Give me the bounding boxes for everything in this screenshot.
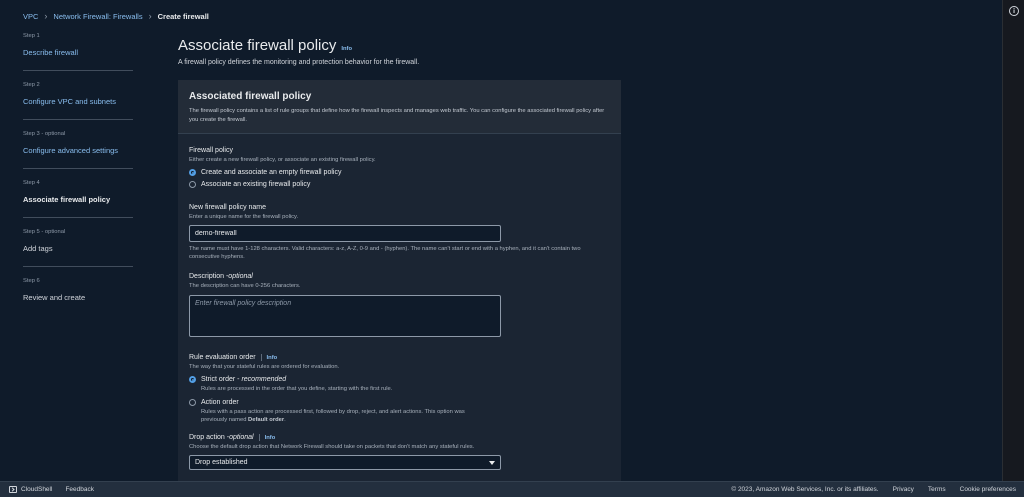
step-4: Step 4 Associate firewall policy xyxy=(23,180,133,218)
footer-left: CloudShell Feedback xyxy=(9,486,107,493)
radio-selected-icon[interactable] xyxy=(189,169,196,176)
footer-right: © 2023, Amazon Web Services, Inc. or its… xyxy=(717,486,1016,493)
step-label: Step 1 xyxy=(23,33,40,39)
radio-description-text: Rules with a pass action are processed f… xyxy=(201,409,465,423)
panel-description: The firewall policy contains a list of r… xyxy=(189,108,605,123)
radio-label-text: Strict order - xyxy=(201,376,242,383)
step-link-advanced-settings[interactable]: Configure advanced settings xyxy=(23,146,118,155)
cookie-preferences-link[interactable]: Cookie preferences xyxy=(960,486,1016,493)
field-label: Description - optional xyxy=(189,273,610,280)
chevron-right-icon: › xyxy=(44,11,48,21)
step-add-tags: Add tags xyxy=(23,244,53,253)
breadcrumb-current: Create firewall xyxy=(157,11,209,21)
select-value: Drop established xyxy=(195,459,248,466)
field-label-optional: optional xyxy=(228,273,253,280)
radio-description-end: . xyxy=(284,417,286,423)
radio-row[interactable]: Strict order - recommended xyxy=(189,376,610,383)
field-label: Drop action - optional Info xyxy=(189,434,610,441)
radio-strict-order[interactable]: Strict order - recommended Rules are pro… xyxy=(189,376,610,393)
drop-action-field: Drop action - optional Info Choose the d… xyxy=(189,434,610,470)
field-label: Firewall policy xyxy=(189,147,233,154)
step-label: Step 2 xyxy=(23,82,40,88)
step-link-describe-firewall[interactable]: Describe firewall xyxy=(23,48,78,57)
step-current-associate-policy: Associate firewall policy xyxy=(23,195,111,204)
radio-unselected-icon[interactable] xyxy=(189,181,196,188)
radio-create-empty-policy[interactable]: Create and associate an empty firewall p… xyxy=(189,169,610,176)
right-rail: i xyxy=(1002,0,1024,481)
field-description: Either create a new firewall policy, or … xyxy=(189,157,376,163)
divider xyxy=(258,434,260,441)
privacy-link[interactable]: Privacy xyxy=(893,486,914,493)
field-description: Choose the default drop action that Netw… xyxy=(189,444,475,450)
copyright-text: © 2023, Amazon Web Services, Inc. or its… xyxy=(731,486,879,493)
radio-action-order[interactable]: Action order Rules with a pass action ar… xyxy=(189,399,610,424)
terms-link[interactable]: Terms xyxy=(928,486,946,493)
radio-unselected-icon[interactable] xyxy=(189,399,196,406)
cloudshell-button[interactable]: CloudShell xyxy=(21,486,52,493)
wizard-steps: Step 1 Describe firewall Step 2 Configur… xyxy=(23,33,133,326)
field-description: The way that your stateful rules are ord… xyxy=(189,364,340,370)
feedback-button[interactable]: Feedback xyxy=(65,486,94,493)
step-6: Step 6 Review and create xyxy=(23,278,133,315)
step-2: Step 2 Configure VPC and subnets xyxy=(23,82,133,120)
breadcrumb: VPC › Network Firewall: Firewalls › Crea… xyxy=(23,11,209,21)
radio-label: Strict order - recommended xyxy=(201,376,286,383)
radio-row[interactable]: Action order xyxy=(189,399,610,406)
panel-title: Associated firewall policy xyxy=(189,91,312,102)
terminal-icon[interactable] xyxy=(9,486,17,493)
field-constraint: The name must have 1-128 characters. Val… xyxy=(189,246,581,260)
page-header: Associate firewall policy Info xyxy=(178,37,352,54)
firewall-policy-field: Firewall policy Either create a new fire… xyxy=(189,147,610,188)
rule-evaluation-order-field: Rule evaluation order Info The way that … xyxy=(189,354,610,424)
step-label: Step 3 - optional xyxy=(23,131,66,137)
radio-description: Rules with a pass action are processed f… xyxy=(201,408,491,424)
divider xyxy=(260,354,262,361)
step-label: Step 6 xyxy=(23,278,40,284)
field-description: Enter a unique name for the firewall pol… xyxy=(189,214,299,220)
step-1: Step 1 Describe firewall xyxy=(23,33,133,71)
step-5: Step 5 - optional Add tags xyxy=(23,229,133,267)
radio-description: Rules are processed in the order that yo… xyxy=(201,386,393,392)
panel-body: Firewall policy Either create a new fire… xyxy=(178,134,621,470)
radio-label-em: recommended xyxy=(241,376,287,383)
caret-down-icon xyxy=(489,460,495,465)
info-link[interactable]: Info xyxy=(265,435,276,441)
console-footer: CloudShell Feedback © 2023, Amazon Web S… xyxy=(0,481,1024,497)
policy-description-input[interactable] xyxy=(189,295,501,337)
radio-label: Associate an existing firewall policy xyxy=(201,181,311,188)
panel-header: Associated firewall policy The firewall … xyxy=(178,80,621,134)
page-description: A firewall policy defines the monitoring… xyxy=(178,59,420,66)
radio-selected-icon[interactable] xyxy=(189,376,196,383)
step-label: Step 5 - optional xyxy=(23,229,66,235)
field-label-text: Description - xyxy=(189,273,229,280)
policy-name-field: New firewall policy name Enter a unique … xyxy=(189,204,610,261)
field-label-optional: optional xyxy=(229,434,254,441)
field-label-text: Rule evaluation order xyxy=(189,354,256,361)
info-link[interactable]: Info xyxy=(341,46,352,52)
step-link-configure-vpc[interactable]: Configure VPC and subnets xyxy=(23,97,116,106)
step-3: Step 3 - optional Configure advanced set… xyxy=(23,131,133,169)
breadcrumb-vpc[interactable]: VPC xyxy=(23,12,38,21)
step-review-and-create: Review and create xyxy=(23,293,86,302)
drop-action-select[interactable]: Drop established xyxy=(189,455,501,470)
chevron-right-icon: › xyxy=(148,11,152,21)
field-label-text: Drop action - xyxy=(189,434,230,441)
radio-associate-existing-policy[interactable]: Associate an existing firewall policy xyxy=(189,181,610,188)
associated-firewall-policy-panel: Associated firewall policy The firewall … xyxy=(178,80,621,481)
radio-label: Action order xyxy=(201,399,239,406)
policy-name-input[interactable] xyxy=(189,225,501,242)
step-label: Step 4 xyxy=(23,180,40,186)
page-title: Associate firewall policy xyxy=(178,37,337,54)
field-description: The description can have 0-256 character… xyxy=(189,283,301,289)
info-link[interactable]: Info xyxy=(267,355,278,361)
info-panel-icon[interactable]: i xyxy=(1009,6,1019,16)
policy-description-field: Description - optional The description c… xyxy=(189,273,610,342)
radio-description-bold: Default order xyxy=(248,417,285,423)
breadcrumb-firewalls[interactable]: Network Firewall: Firewalls xyxy=(53,12,142,21)
field-label: New firewall policy name xyxy=(189,204,267,211)
radio-label: Create and associate an empty firewall p… xyxy=(201,169,342,176)
field-label: Rule evaluation order Info xyxy=(189,354,610,361)
